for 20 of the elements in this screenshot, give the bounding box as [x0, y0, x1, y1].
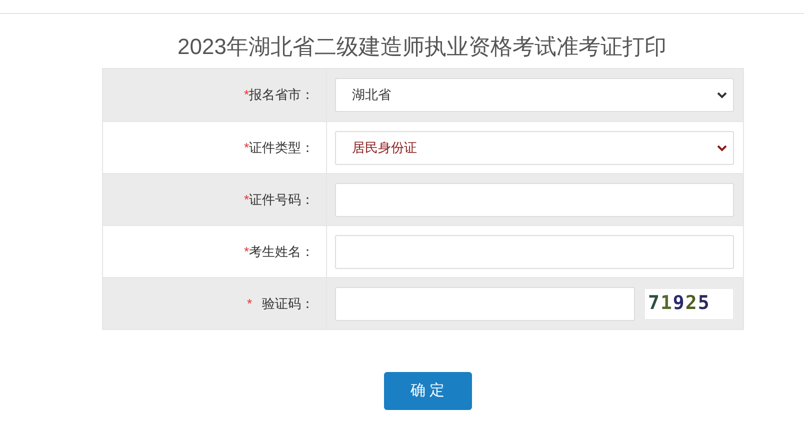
captcha-field[interactable] — [335, 286, 635, 320]
chevron-down-icon — [717, 91, 727, 99]
field-label: 验证码： — [262, 294, 314, 313]
field-label: 证件号码： — [249, 190, 314, 209]
field-label: 考生姓名： — [249, 242, 314, 261]
select-field[interactable]: 居民身份证 — [335, 130, 734, 164]
required-mark: * — [244, 138, 249, 157]
required-mark: * — [244, 86, 249, 104]
captcha-image[interactable]: 71925 — [645, 288, 733, 318]
input-field[interactable] — [335, 182, 734, 216]
chevron-down-icon — [717, 144, 727, 152]
page-title: 2023年湖北省二级建造师执业资格考试准考证打印 — [176, 33, 666, 61]
required-mark: * — [244, 190, 249, 209]
field-label: 证件类型： — [249, 138, 314, 157]
confirm-button[interactable]: 确 定 — [384, 372, 472, 410]
required-mark: * — [246, 294, 252, 313]
field-label: 报名省市： — [249, 86, 314, 104]
input-field[interactable] — [335, 234, 734, 268]
required-mark: * — [244, 242, 249, 261]
select-field[interactable]: 湖北省 — [335, 78, 734, 112]
